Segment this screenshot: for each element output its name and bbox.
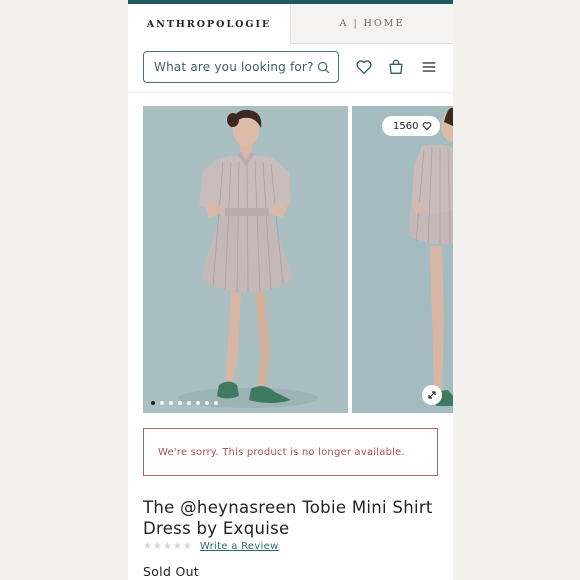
heart-icon[interactable] [355, 58, 373, 76]
stock-status: Sold Out [143, 564, 200, 579]
product-title: The @heynasreen Tobie Mini Shirt Dress b… [143, 498, 433, 538]
star-icon: ★ [182, 540, 192, 552]
like-count-badge[interactable]: 1560 [382, 116, 441, 136]
slide-dot[interactable] [178, 401, 182, 405]
like-count: 1560 [393, 120, 419, 132]
star-icon: ★ [172, 540, 182, 552]
product-image-1[interactable] [143, 106, 348, 413]
menu-icon[interactable] [420, 58, 438, 76]
unavailable-alert: We're sorry. This product is no longer a… [143, 428, 438, 476]
slide-dot[interactable] [196, 401, 200, 405]
brand-tabs: ANTHROPOLOGIE A | HOME [128, 4, 453, 44]
model-illustration [143, 106, 348, 413]
slide-dot[interactable] [214, 401, 218, 405]
tab-home[interactable]: A | HOME [290, 4, 453, 44]
slide-dot[interactable] [205, 401, 209, 405]
write-review-link[interactable]: Write a Review [200, 541, 279, 552]
search-placeholder: What are you looking for? [154, 60, 314, 74]
heart-outline-icon [423, 122, 432, 131]
slide-dot[interactable] [160, 401, 164, 405]
search-input[interactable]: What are you looking for? [143, 51, 339, 83]
rating-stars: ★ ★ ★ ★ ★ [143, 540, 192, 552]
product-image-2[interactable]: 1560 [352, 106, 453, 413]
search-icon[interactable] [317, 61, 330, 74]
slide-dot[interactable] [187, 401, 191, 405]
slide-indicators[interactable] [151, 401, 218, 405]
expand-icon [428, 391, 436, 399]
header-divider [128, 92, 453, 93]
tab-anthropologie[interactable]: ANTHROPOLOGIE [128, 4, 290, 44]
alert-message: We're sorry. This product is no longer a… [158, 446, 405, 458]
expand-image-button[interactable] [422, 385, 442, 405]
product-rating: ★ ★ ★ ★ ★ Write a Review [143, 541, 279, 552]
star-icon: ★ [152, 540, 162, 552]
slide-dot-active[interactable] [151, 401, 155, 405]
mobile-page: ANTHROPOLOGIE A | HOME What are you look… [128, 0, 453, 580]
slide-dot[interactable] [169, 401, 173, 405]
model-illustration-side [352, 106, 453, 413]
star-icon: ★ [162, 540, 172, 552]
star-icon: ★ [143, 540, 152, 552]
bag-icon[interactable] [387, 58, 405, 76]
